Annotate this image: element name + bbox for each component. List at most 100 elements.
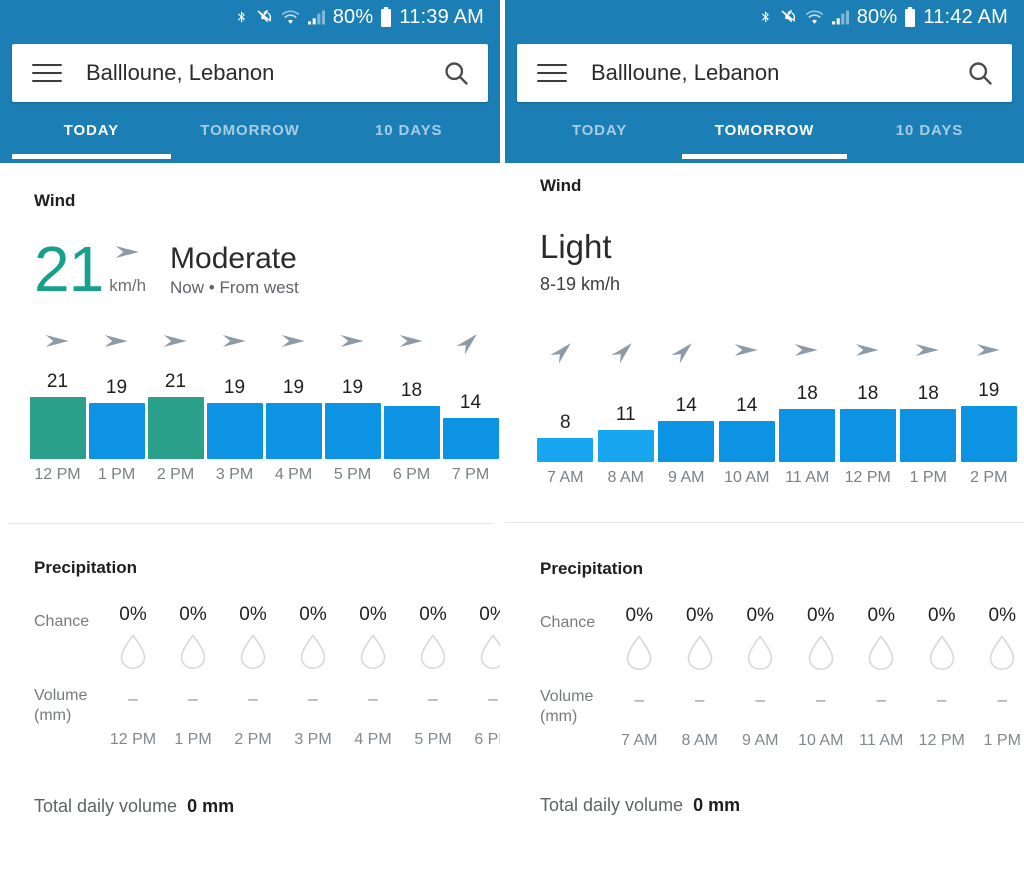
wind-bar-column[interactable]: 18 12 PM [838,383,899,487]
wind-bar [324,403,381,459]
search-bar[interactable]: Ballloune, Lebanon [517,44,1012,102]
tab-tomorrow-active-indicator [682,154,847,159]
dual-screenshot-container: 80% 11:39 AM Ballloune, Lebanon TODAY TOMO… [0,0,1024,890]
total-daily-volume-label: Total daily volume [34,796,178,816]
wind-bar-column[interactable]: 8 7 AM [535,412,596,487]
panel-today: 80% 11:39 AM Ballloune, Lebanon TODAY TOMO… [0,0,500,890]
precip-volume-value: – [368,689,378,708]
wind-direction-cell [382,326,441,361]
wind-bar-time-label: 6 PM [392,466,431,483]
wind-bar-column[interactable]: 18 11 AM [777,383,838,487]
wind-bar-column[interactable]: 19 1 PM [87,377,146,484]
wind-bar-column[interactable]: 18 1 PM [898,383,959,487]
bluetooth-icon [235,7,248,27]
wind-bar-value: 21 [46,371,69,392]
tab-10-days[interactable]: 10 DAYS [847,102,1012,159]
hamburger-menu-icon[interactable] [537,64,567,82]
search-icon[interactable] [966,59,994,87]
precip-volume-value: – [816,690,826,709]
tab-tomorrow[interactable]: TOMORROW [171,102,330,159]
panel-tomorrow: 80% 11:42 AM Ballloune, Lebanon TODAY TOMO… [505,0,1024,890]
precip-time-label: 8 AM [681,732,718,749]
wind-bar-column[interactable]: 11 8 AM [596,404,657,487]
wind-bar-time-label: 5 PM [333,466,372,483]
precip-time-label: 6 PM [474,731,500,748]
wind-direction-arrow-icon [161,326,191,361]
wind-bar-column[interactable]: 14 7 PM [441,392,500,484]
precip-chance-value: 0% [686,605,714,626]
wind-direction-cell [28,326,87,361]
wind-detail: Now • From west [170,278,299,297]
wind-bar-chart: 21 12 PM 19 1 PM 21 2 PM 19 3 PM 19 4 PM 19 5 PM 18 6… [0,371,500,484]
search-icon[interactable] [442,59,470,87]
wind-bar-time-label: 11 AM [785,469,830,486]
battery-percent: 80% [856,5,898,28]
wind-direction-arrow-icon [279,326,309,361]
wind-bar-column[interactable]: 19 5 PM [323,377,382,484]
tab-today[interactable]: TODAY [12,102,171,159]
precip-time-label: 9 AM [742,732,779,749]
wind-direction-cell [441,326,500,361]
hamburger-menu-icon[interactable] [32,64,62,82]
wind-direction-row [0,326,500,361]
precip-column: 0% – 9 AM [730,605,791,750]
wind-bar [88,403,145,459]
wind-direction-arrow-icon [974,335,1004,370]
precip-columns: 0% – 12 PM 0% – 1 PM 0% – 2 PM 0% – 3 PM 0% – 4 PM 0% – 5… [103,604,500,749]
wind-speed-value: 21 [34,233,104,306]
precip-time-label: 3 PM [294,731,332,748]
wind-description: Light [540,228,612,265]
wind-bar-column[interactable]: 19 4 PM [264,377,323,484]
wind-bar-column[interactable]: 14 9 AM [656,395,717,487]
status-bar: 80% 11:42 AM [505,0,1024,34]
precip-column: 0% – 7 AM [609,605,670,750]
wind-bar-column[interactable]: 21 12 PM [28,371,87,484]
wind-direction-arrow-icon [603,330,649,376]
total-daily-volume-value: 0 mm [693,795,741,815]
wind-bar-value: 19 [341,377,364,398]
wind-bar [597,430,654,462]
wind-bar-time-label: 7 PM [451,466,490,483]
wind-bar-column[interactable]: 21 2 PM [146,371,205,484]
wind-bar [537,438,594,462]
search-bar[interactable]: Ballloune, Lebanon [12,44,488,102]
signal-icon [831,9,850,26]
precip-column: 0% – 12 PM [103,604,163,749]
location-label: Ballloune, Lebanon [86,60,275,85]
wind-bar-column[interactable]: 14 10 AM [717,395,778,487]
wind-direction-arrow-icon [732,335,762,370]
status-clock: 11:39 AM [399,5,484,28]
water-drop-icon [926,633,958,678]
precip-chance-value: 0% [419,604,447,625]
wind-direction-cell [205,326,264,361]
wind-bar-time-label: 10 AM [724,469,770,486]
wind-direction-cell [898,335,959,370]
wind-speed-unit: km/h [109,276,147,295]
wind-bar [265,403,322,459]
wind-direction-cell [535,335,596,370]
wind-direction-cell [717,335,778,370]
tab-today[interactable]: TODAY [517,102,682,159]
wind-summary: 21 km/h Moderate Now • From west [34,233,466,306]
wind-bar-column[interactable]: 19 3 PM [205,377,264,484]
precip-chance-row-label: Chance [540,614,596,631]
precip-column: 0% – 1 PM [972,605,1024,750]
wind-direction-cell [777,335,838,370]
precip-volume-label-line1: Volume [540,688,594,705]
tab-today-label: TODAY [63,122,120,139]
wind-bar-time-label: 7 AM [547,469,584,486]
wind-bar-time-label: 1 PM [909,469,947,486]
water-drop-icon [357,632,389,677]
wind-bar-value: 18 [796,383,818,404]
precip-volume-row-label: Volume (mm) [540,687,593,727]
tab-10-days[interactable]: 10 DAYS [329,102,488,159]
wind-bar-column[interactable]: 18 6 PM [382,380,441,484]
wind-bar-column[interactable]: 19 2 PM [959,380,1020,487]
wind-bar-value: 8 [559,412,571,433]
precip-volume-label-line2: (mm) [34,707,72,724]
tab-tomorrow[interactable]: TOMORROW [682,102,847,159]
wind-section: Wind Light 8-19 km/h [505,163,1024,295]
precip-chance-value: 0% [359,604,387,625]
tab-10-days-label: 10 DAYS [895,122,964,139]
wind-bar-time-label: 2 PM [970,469,1008,486]
